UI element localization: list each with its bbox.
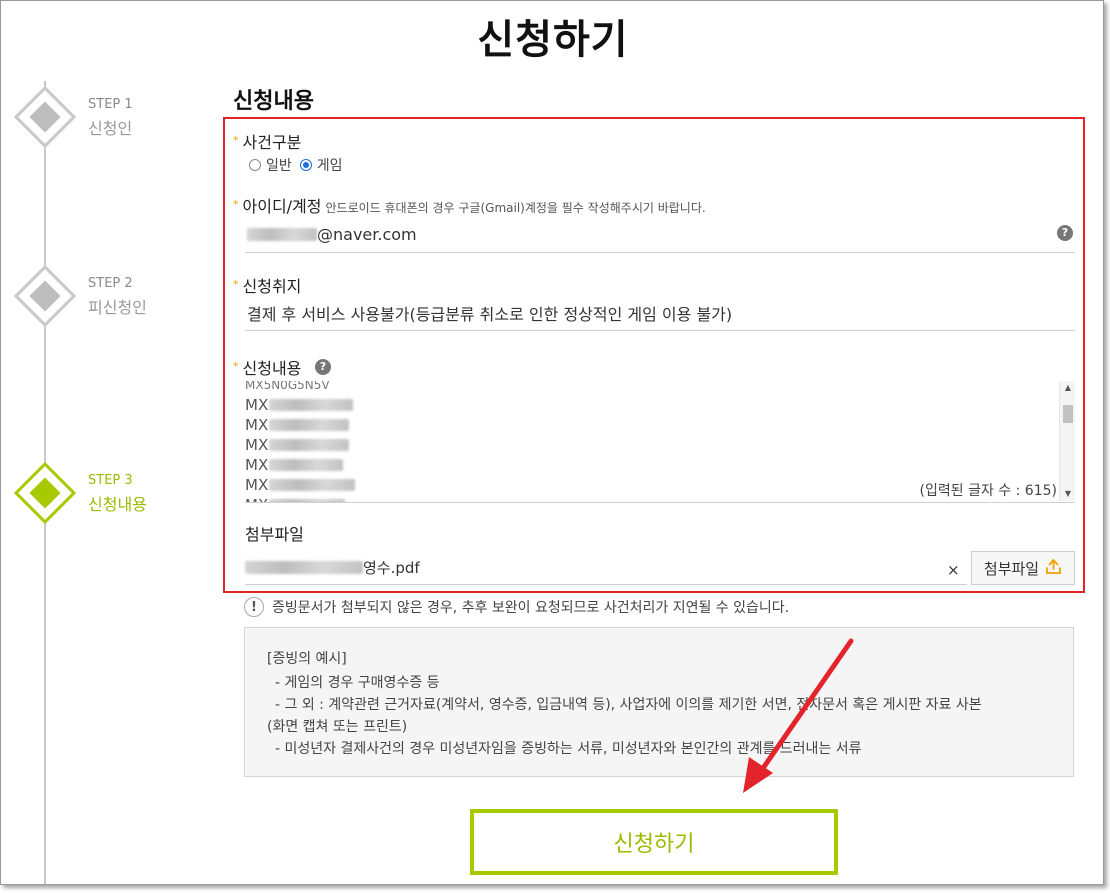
submit-button[interactable]: 신청하기: [470, 809, 838, 875]
radio-game-label: 게임: [316, 158, 343, 174]
radio-general-label: 일반: [266, 158, 292, 174]
required-mark: *: [233, 278, 239, 291]
required-mark: *: [233, 134, 239, 147]
page-title: 신청하기: [477, 17, 629, 63]
account-label: * 아이디/계정 안드로이드 휴대폰의 경우 구글(Gmail)계정을 필수 작성해…: [233, 197, 706, 216]
redacted-text: [269, 439, 350, 451]
help-icon[interactable]: ?: [315, 359, 331, 375]
upload-icon: [1045, 558, 1062, 579]
purpose-input[interactable]: 결제 후 서비스 사용불가(등급분류 취소로 인한 정상적인 게임 이용 불가): [245, 295, 1075, 331]
step-diamond-icon: [13, 85, 77, 149]
step-name: 피신청인: [88, 298, 147, 317]
evidence-examples-box: [증빙의 예시] - 게임의 경우 구매영수증 등 - 그 외 : 계약관련 근…: [244, 627, 1074, 777]
required-mark: *: [233, 198, 239, 211]
notice-text: 증빙문서가 첨부되지 않은 경우, 추후 보완이 요청되므로 사건처리가 지연될…: [272, 600, 790, 616]
step-number: STEP 2: [88, 276, 133, 291]
attachment-label: 첨부파일: [245, 525, 304, 544]
step-diamond-icon: [13, 264, 77, 328]
redacted-text: [269, 479, 356, 491]
account-value: @naver.com: [317, 225, 417, 244]
attach-file-button[interactable]: 첨부파일: [971, 551, 1075, 585]
example-item: - 미성년자 결제사건의 경우 미성년자임을 증빙하는 서류, 미성년자와 본인…: [275, 741, 862, 757]
purpose-label: * 신청취지: [233, 277, 302, 296]
step-number: STEP 1: [88, 97, 133, 112]
scroll-down-icon[interactable]: ▼: [1060, 487, 1075, 501]
application-form: * 사건구분 일반 게임 * 아이디/계정 안드로이드 휴대폰의 경우 구글(Gmai…: [223, 117, 1085, 593]
step-name: 신청인: [88, 119, 133, 138]
page-frame: 신청하기 STEP 1 신청인 STEP 2 피신청인 STEP 3 신청내용 …: [0, 0, 1104, 885]
textarea-scrollbar[interactable]: ▲ ▼: [1059, 381, 1075, 501]
case-type-radio-group: 일반 게임: [249, 155, 351, 175]
evidence-notice: ! 증빙문서가 첨부되지 않은 경우, 추후 보완이 요청되므로 사건처리가 지…: [244, 597, 789, 617]
alert-icon: !: [244, 597, 264, 617]
example-item: - 게임의 경우 구매영수증 등: [275, 675, 440, 691]
redacted-text: [269, 399, 354, 411]
scroll-up-icon[interactable]: ▲: [1060, 381, 1075, 395]
content-textarea[interactable]: MX5N0G5N5V MX MX MX MX MX MX ▲ ▼ (입력된 글자…: [245, 381, 1075, 503]
example-item: (화면 캡쳐 또는 프린트): [267, 719, 408, 735]
examples-title: [증빙의 예시]: [267, 651, 347, 667]
clear-file-icon[interactable]: ×: [947, 561, 960, 579]
content-label: * 신청내용: [233, 359, 302, 378]
attach-file-button-label: 첨부파일: [983, 559, 1040, 578]
help-icon[interactable]: ?: [1057, 225, 1073, 241]
attachment-file-name: 영수.pdf: [363, 559, 420, 577]
step-number: STEP 3: [88, 473, 133, 488]
attachment-file-field[interactable]: 영수.pdf: [245, 551, 967, 585]
section-title: 신청내용: [233, 89, 314, 114]
radio-general[interactable]: [249, 159, 261, 171]
char-count: (입력된 글자 수 : 615): [919, 483, 1057, 499]
case-type-label: * 사건구분: [233, 133, 302, 152]
account-input[interactable]: @naver.com: [245, 217, 1075, 253]
step-diamond-icon: [13, 461, 77, 525]
redacted-text: [245, 561, 363, 574]
purpose-value: 결제 후 서비스 사용불가(등급분류 취소로 인한 정상적인 게임 이용 불가): [247, 304, 733, 324]
redacted-text: [269, 499, 346, 502]
required-mark: *: [233, 360, 239, 373]
scroll-thumb[interactable]: [1063, 405, 1073, 423]
redacted-text: [269, 419, 350, 431]
redacted-text: [269, 459, 344, 471]
step-name: 신청내용: [88, 495, 147, 514]
content-lines: MX5N0G5N5V MX MX MX MX MX MX: [245, 381, 356, 502]
redacted-text: [247, 228, 317, 241]
account-hint: 안드로이드 휴대폰의 경우 구글(Gmail)계정을 필수 작성해주시기 바랍니…: [325, 201, 706, 215]
radio-game[interactable]: [299, 159, 312, 171]
example-item: - 그 외 : 계약관련 근거자료(계약서, 영수증, 입금내역 등), 사업자…: [275, 697, 982, 713]
